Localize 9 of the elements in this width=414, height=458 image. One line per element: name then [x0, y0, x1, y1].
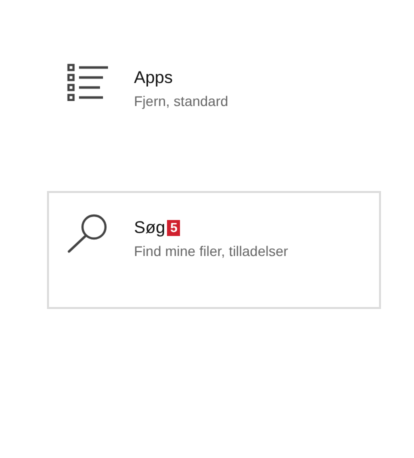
search-icon	[67, 213, 109, 253]
count-badge: 5	[167, 220, 180, 236]
tile-title: Søg	[134, 218, 166, 238]
tile-title: Apps	[134, 68, 173, 88]
tile-subtitle: Fjern, standard	[134, 93, 228, 109]
settings-tile[interactable]: Apps Fjern, standard	[47, 41, 381, 159]
list-icon	[67, 63, 109, 101]
settings-tile[interactable]: Søg 5 Find mine filer, tilladelser	[47, 191, 381, 309]
tile-subtitle: Find mine filer, tilladelser	[134, 243, 288, 259]
